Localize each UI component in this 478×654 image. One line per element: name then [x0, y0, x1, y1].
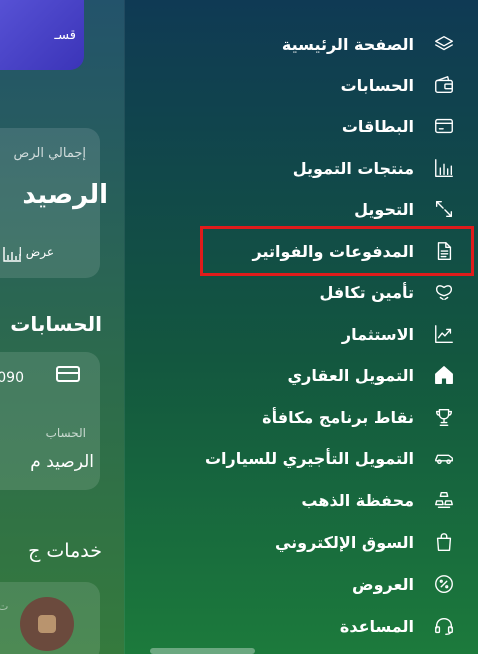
- balance-title: الرصيد: [22, 180, 108, 210]
- service-text: ت: [0, 600, 9, 613]
- menu-item-label: السوق الإلكتروني: [274, 532, 414, 552]
- show-link[interactable]: عرض ا: [19, 245, 54, 259]
- menu-item-label: الاستثمار: [341, 324, 414, 344]
- menu-item-help[interactable]: المساعدة: [125, 606, 478, 646]
- balance-subtitle: إجمالي الرص: [13, 146, 86, 161]
- menu-item-label: نقاط برنامج مكافأة: [262, 407, 414, 427]
- menu-item-label: التحويل: [354, 199, 414, 219]
- document-icon: [432, 239, 456, 263]
- transfer-arrows-icon: [432, 197, 456, 221]
- menu-item-transfer[interactable]: التحويل: [125, 189, 478, 229]
- menu-item-mortgage[interactable]: التمويل العقاري: [125, 355, 478, 395]
- car-icon: [432, 446, 456, 470]
- menu-item-marketplace[interactable]: السوق الإلكتروني: [125, 522, 478, 562]
- background-page: قسـ إجمالي الرص الرصيد عرض ا الحسابات 40…: [0, 0, 124, 654]
- gold-bars-icon: [432, 488, 456, 512]
- side-menu: الصفحة الرئيسية الحسابات البطاقات منتجات…: [125, 0, 478, 654]
- bar-chart-icon: [432, 156, 456, 180]
- card-icon: [432, 114, 456, 138]
- account-number: 4090: [0, 370, 24, 386]
- menu-item-accounts[interactable]: الحسابات: [125, 65, 478, 105]
- menu-item-label: تأمين تكافل: [319, 282, 415, 302]
- menu-item-home[interactable]: الصفحة الرئيسية: [125, 24, 478, 64]
- menu-item-finance-products[interactable]: منتجات التمويل: [125, 148, 478, 188]
- menu-item-payments-bills[interactable]: المدفوعات والفواتير: [125, 231, 478, 271]
- percent-badge-icon: [432, 572, 456, 596]
- account-balance-label: الرصيد م: [30, 452, 94, 472]
- menu-item-auto-lease[interactable]: التمويل التأجيري للسيارات: [125, 438, 478, 478]
- bar-chart-icon: [3, 247, 21, 262]
- menu-item-offers[interactable]: العروض: [125, 564, 478, 604]
- menu-item-label: المساعدة: [339, 616, 414, 636]
- account-label: الحساب: [45, 426, 86, 440]
- menu-item-gold-wallet[interactable]: محفظة الذهب: [125, 480, 478, 520]
- menu-item-label: الصفحة الرئيسية: [281, 34, 414, 54]
- menu-item-rewards[interactable]: نقاط برنامج مكافأة: [125, 397, 478, 437]
- shield-hands-icon: [432, 280, 456, 304]
- top-action-label: قسـ: [54, 27, 76, 43]
- menu-item-investment[interactable]: الاستثمار: [125, 314, 478, 354]
- menu-item-takaful[interactable]: تأمين تكافل: [125, 272, 478, 312]
- layers-icon: [432, 32, 456, 56]
- services-heading: خدمات ج: [28, 540, 102, 562]
- menu-item-label: الحسابات: [340, 75, 414, 95]
- accounts-heading: الحسابات: [10, 312, 102, 336]
- menu-item-label: التمويل العقاري: [287, 365, 414, 385]
- menu-item-label: المدفوعات والفواتير: [252, 241, 414, 261]
- trend-icon: [432, 322, 456, 346]
- menu-item-label: منتجات التمويل: [292, 158, 414, 178]
- service-avatar: [20, 597, 74, 651]
- wallet-icon: [432, 73, 456, 97]
- menu-item-label: محفظة الذهب: [301, 490, 414, 510]
- home-icon: [432, 363, 456, 387]
- menu-item-cards[interactable]: البطاقات: [125, 106, 478, 146]
- headset-icon: [432, 614, 456, 638]
- menu-item-label: التمويل التأجيري للسيارات: [204, 448, 414, 468]
- card-icon: [56, 366, 80, 382]
- trophy-icon: [432, 405, 456, 429]
- scroll-indicator: [150, 648, 255, 654]
- menu-item-label: العروض: [352, 574, 414, 594]
- menu-item-label: البطاقات: [341, 116, 414, 136]
- shopping-bag-icon: [432, 530, 456, 554]
- top-action-button[interactable]: قسـ: [0, 0, 84, 70]
